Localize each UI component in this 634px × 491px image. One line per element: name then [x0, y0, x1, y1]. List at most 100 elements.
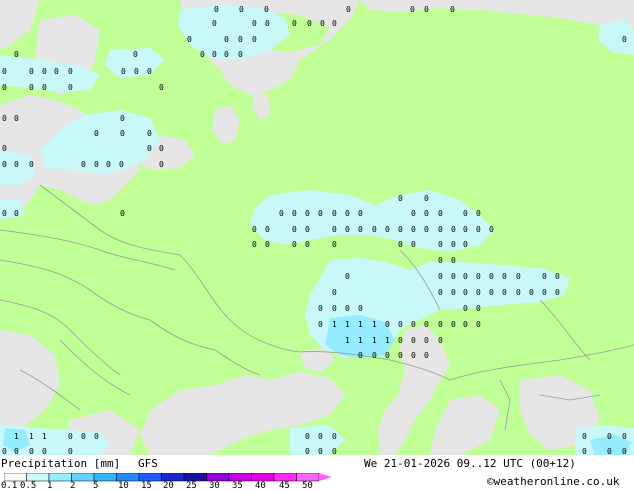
precip-mark: 0 [14, 114, 19, 123]
precip-mark: 1 [345, 320, 350, 329]
precip-mark: 0 [398, 225, 403, 234]
precip-mark: 0 [451, 320, 456, 329]
precip-mark: 0 [489, 288, 494, 297]
precip-mark: 0 [516, 288, 521, 297]
scale-swatch [273, 473, 297, 482]
precip-mark: 0 [385, 351, 390, 360]
precip-mark: 0 [121, 67, 126, 76]
precip-mark: 0 [94, 160, 99, 169]
precip-mark: 0 [582, 432, 587, 441]
precip-mark: 0 [42, 67, 47, 76]
precip-mark: 0 [476, 288, 481, 297]
precip-mark: 0 [398, 336, 403, 345]
precip-mark: 0 [106, 160, 111, 169]
precip-mark: 0 [411, 336, 416, 345]
precip-mark: 0 [463, 272, 468, 281]
precip-mark: 0 [134, 67, 139, 76]
scale-swatch [206, 473, 230, 482]
precip-mark: 0 [516, 272, 521, 281]
precip-mark: 0 [332, 288, 337, 297]
precip-mark: 0 [42, 447, 47, 455]
precip-mark: 0 [346, 5, 351, 14]
precip-mark: 0 [14, 209, 19, 218]
precip-mark: 0 [200, 50, 205, 59]
precip-mark: 0 [305, 432, 310, 441]
precip-mark: 0 [372, 225, 377, 234]
precip-mark: 0 [438, 272, 443, 281]
precip-mark: 0 [264, 5, 269, 14]
scale-swatch [4, 473, 27, 482]
precip-mark: 1 [14, 432, 19, 441]
precip-mark: 0 [318, 304, 323, 313]
precip-mark: 0 [438, 240, 443, 249]
precip-mark: 0 [252, 240, 257, 249]
precip-mark: 0 [2, 83, 7, 92]
precip-mark: 0 [476, 225, 481, 234]
precip-mark: 0 [212, 50, 217, 59]
precip-mark: 0 [529, 288, 534, 297]
precip-mark: 0 [238, 35, 243, 44]
precip-mark: 1 [358, 336, 363, 345]
precipitation-map[interactable]: 0000000000000000000000000000000000000000… [0, 0, 634, 455]
precip-mark: 0 [54, 67, 59, 76]
precip-mark: 0 [411, 240, 416, 249]
precip-mark: 0 [622, 35, 627, 44]
precip-mark: 0 [476, 320, 481, 329]
precip-mark: 0 [438, 209, 443, 218]
precip-mark: 0 [119, 160, 124, 169]
precip-mark: 0 [424, 194, 429, 203]
precip-mark: 0 [307, 19, 312, 28]
scale-swatch [26, 473, 50, 482]
precip-mark: 0 [120, 114, 125, 123]
precip-mark: 0 [305, 447, 310, 455]
precip-mark: 0 [410, 5, 415, 14]
scale-swatch [138, 473, 162, 482]
precip-mark: 0 [345, 272, 350, 281]
precip-mark: 0 [332, 432, 337, 441]
precip-mark: 0 [438, 225, 443, 234]
precip-mark: 0 [224, 50, 229, 59]
precip-mark: 1 [29, 432, 34, 441]
precip-mark: 0 [424, 351, 429, 360]
precip-mark: 0 [147, 67, 152, 76]
precip-mark: 0 [147, 129, 152, 138]
precip-mark: 0 [94, 129, 99, 138]
precip-mark: 0 [318, 447, 323, 455]
legend-model: GFS [138, 457, 158, 470]
precip-mark: 0 [279, 209, 284, 218]
precip-mark: 0 [14, 160, 19, 169]
precip-mark: 0 [476, 304, 481, 313]
precip-mark: 0 [398, 351, 403, 360]
precip-mark: 1 [332, 320, 337, 329]
precip-mark: 0 [438, 336, 443, 345]
precip-mark: 0 [555, 288, 560, 297]
precip-mark: 0 [68, 67, 73, 76]
precip-mark: 0 [424, 5, 429, 14]
precip-mark: 0 [451, 240, 456, 249]
precip-mark: 0 [265, 240, 270, 249]
precip-mark: 0 [398, 240, 403, 249]
scale-arrow [319, 473, 332, 481]
precip-mark: 0 [345, 225, 350, 234]
precip-mark: 0 [345, 209, 350, 218]
precip-mark: 0 [2, 209, 7, 218]
precip-mark: 0 [424, 209, 429, 218]
precip-mark: 0 [463, 225, 468, 234]
legend-title: Precipitation [mm] [1, 457, 121, 470]
precip-mark: 1 [372, 320, 377, 329]
precip-mark: 0 [438, 256, 443, 265]
precip-mark: 0 [42, 83, 47, 92]
precip-mark: 0 [2, 67, 7, 76]
precip-mark: 0 [29, 447, 34, 455]
precip-mark: 0 [2, 447, 7, 455]
precip-mark: 0 [555, 272, 560, 281]
precip-mark: 0 [332, 19, 337, 28]
precip-mark: 1 [42, 432, 47, 441]
precip-mark: 0 [438, 288, 443, 297]
precip-mark: 0 [411, 225, 416, 234]
precip-mark: 0 [385, 320, 390, 329]
legend-bar: Precipitation [mm] GFS We 21-01-2026 09.… [0, 455, 634, 491]
precip-mark: 0 [398, 320, 403, 329]
map-canvas: 0 0 00 0 0 00 0 0 00 0 00 0 0 00 0 0 00 000 0 0 0 0 0 0 00 0 0 0 000… [0, 0, 634, 455]
scale-swatch [71, 473, 95, 482]
